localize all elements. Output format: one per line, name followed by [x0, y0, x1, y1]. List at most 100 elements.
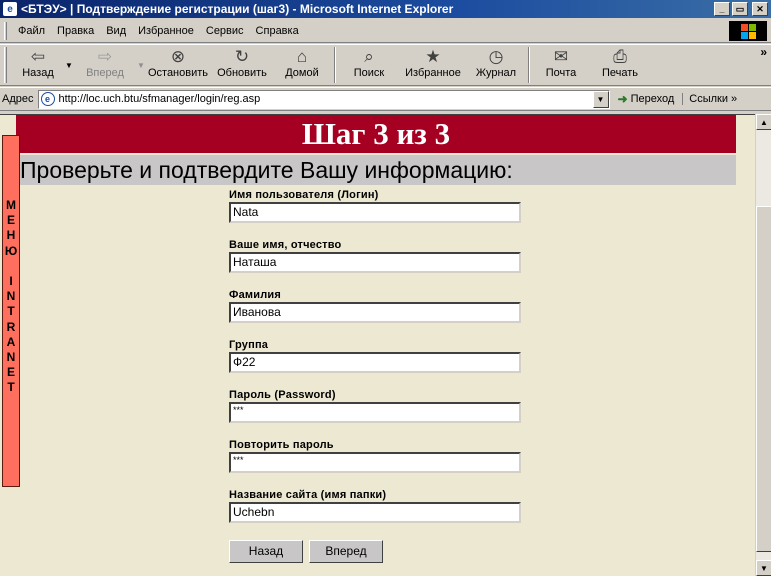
go-arrow-icon: ➜: [617, 92, 628, 106]
menu-favorites[interactable]: Избранное: [132, 25, 200, 37]
side-menu-letter: Н: [6, 228, 16, 243]
address-url[interactable]: http://loc.uch.btu/sfmanager/login/reg.a…: [59, 93, 593, 105]
confirm-password-label: Повторить пароль: [229, 439, 334, 451]
side-menu-letter: Ю: [4, 243, 18, 258]
login-field[interactable]: Nata: [229, 202, 521, 223]
side-menu-letter: N: [6, 289, 16, 304]
favorites-button[interactable]: ★ Избранное: [398, 45, 468, 85]
side-menu-letter: N: [6, 349, 16, 364]
group-field[interactable]: Ф22: [229, 352, 521, 373]
go-button[interactable]: ➜ Переход: [618, 92, 675, 106]
registration-form: Имя пользователя (Логин) Nata Ваше имя, …: [229, 189, 529, 539]
side-menu-letter: A: [6, 334, 16, 349]
step-banner: Шаг 3 из 3: [16, 115, 736, 153]
form-buttons: Назад Вперед: [229, 540, 389, 563]
back-dropdown-icon[interactable]: ▼: [64, 61, 74, 70]
print-label: Печать: [601, 67, 639, 79]
side-menu-letter: М: [6, 198, 16, 212]
toolbar-grip: [4, 21, 7, 40]
scroll-thumb[interactable]: [756, 206, 771, 552]
back-form-button[interactable]: Назад: [229, 540, 303, 563]
last-name-field[interactable]: Иванова: [229, 302, 521, 323]
group-label: Группа: [229, 339, 269, 351]
search-label: Поиск: [353, 67, 385, 79]
intranet-side-menu[interactable]: М Е Н Ю I N T R A N E T: [2, 135, 20, 487]
vertical-scrollbar[interactable]: ▲ ▼: [755, 114, 771, 576]
print-icon: ⎙: [613, 47, 627, 66]
history-label: Журнал: [475, 67, 517, 79]
login-label: Имя пользователя (Логин): [229, 189, 379, 201]
history-icon: ◷: [488, 47, 504, 66]
forward-button[interactable]: ⇨ Вперед: [74, 45, 136, 85]
site-name-label: Название сайта (имя папки): [229, 489, 387, 501]
address-bar: Адрес e http://loc.uch.btu/sfmanager/log…: [0, 87, 771, 111]
menu-edit[interactable]: Правка: [51, 25, 100, 37]
toolbar-separator: [528, 47, 530, 83]
links-button[interactable]: Ссылки »: [682, 93, 737, 105]
page-content: Шаг 3 из 3 Проверьте и подтвердите Вашу …: [0, 114, 771, 576]
last-name-label: Фамилия: [229, 289, 281, 301]
maximize-button[interactable]: ▭: [732, 2, 748, 16]
password-label: Пароль (Password): [229, 389, 336, 401]
refresh-button[interactable]: ↻ Обновить: [210, 45, 274, 85]
side-menu-letter: Е: [6, 213, 15, 228]
side-menu-letter: R: [6, 319, 16, 334]
scroll-up-icon[interactable]: ▲: [756, 114, 771, 130]
toolbar-grip: [4, 47, 7, 83]
address-label: Адрес: [2, 93, 34, 105]
first-name-field[interactable]: Наташа: [229, 252, 521, 273]
history-button[interactable]: ◷ Журнал: [468, 45, 524, 85]
favorites-folder-icon: ★: [425, 47, 441, 66]
menu-view[interactable]: Вид: [100, 25, 132, 37]
home-label: Домой: [285, 67, 319, 79]
next-form-button[interactable]: Вперед: [309, 540, 383, 563]
toolbar-more-button[interactable]: »: [760, 45, 767, 59]
refresh-icon: ↻: [234, 47, 250, 66]
links-label: Ссылки: [689, 93, 728, 105]
forward-label: Вперед: [86, 67, 124, 79]
windows-logo-icon: [729, 21, 767, 41]
print-button[interactable]: ⎙ Печать: [588, 45, 652, 85]
menu-file[interactable]: Файл: [12, 25, 51, 37]
window-title: <БТЭУ> | Подтверждение регистрации (шаг3…: [21, 2, 454, 16]
home-button[interactable]: ⌂ Домой: [274, 45, 330, 85]
back-button[interactable]: ⇦ Назад: [12, 45, 64, 85]
site-name-field[interactable]: Uchebn: [229, 502, 521, 523]
password-field[interactable]: ***: [229, 402, 521, 423]
page-subheader: Проверьте и подтвердите Вашу информацию:: [16, 155, 736, 185]
stop-label: Остановить: [147, 67, 209, 79]
side-menu-letter: E: [6, 365, 15, 380]
forward-arrow-icon: ⇨: [97, 47, 113, 66]
menu-help[interactable]: Справка: [250, 25, 305, 37]
address-dropdown-icon[interactable]: ▼: [592, 90, 609, 108]
title-bar: e <БТЭУ> | Подтверждение регистрации (ша…: [0, 0, 771, 18]
toolbar-separator: [334, 47, 336, 83]
ie-icon: e: [3, 2, 17, 16]
side-menu-letter: T: [7, 304, 15, 319]
forward-dropdown-icon[interactable]: ▼: [136, 61, 146, 70]
first-name-label: Ваше имя, отчество: [229, 239, 342, 251]
mail-button[interactable]: ✉ Почта: [534, 45, 588, 85]
mail-icon: ✉: [553, 47, 569, 66]
mail-label: Почта: [545, 67, 577, 79]
search-icon: ⌕: [364, 47, 374, 66]
menu-tools[interactable]: Сервис: [200, 25, 250, 37]
menu-bar: Файл Правка Вид Избранное Сервис Справка: [0, 19, 771, 43]
search-button[interactable]: ⌕ Поиск: [340, 45, 398, 85]
side-menu-letter: I: [9, 273, 13, 288]
stop-button[interactable]: ⊗ Остановить: [146, 45, 210, 85]
refresh-label: Обновить: [217, 67, 267, 79]
go-label: Переход: [630, 93, 675, 105]
back-label: Назад: [22, 67, 54, 79]
close-button[interactable]: ✕: [752, 2, 768, 16]
scroll-down-icon[interactable]: ▼: [756, 560, 771, 576]
minimize-button[interactable]: _: [714, 2, 730, 16]
confirm-password-field[interactable]: ***: [229, 452, 521, 473]
address-input[interactable]: e http://loc.uch.btu/sfmanager/login/reg…: [37, 89, 610, 109]
standard-toolbar: ⇦ Назад ▼ ⇨ Вперед ▼ ⊗ Остановить ↻ Обно…: [0, 44, 771, 86]
side-menu-letter: T: [7, 380, 15, 395]
home-icon: ⌂: [296, 47, 308, 66]
page-icon: e: [40, 92, 55, 106]
browser-window: e <БТЭУ> | Подтверждение регистрации (ша…: [0, 0, 771, 576]
back-arrow-icon: ⇦: [30, 47, 46, 66]
